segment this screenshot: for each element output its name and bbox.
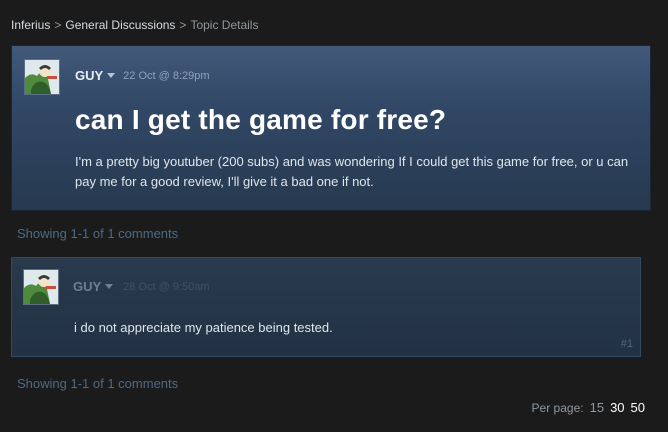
topic-body: I'm a pretty big youtuber (200 subs) and… [75,154,629,189]
topic-author-row: GUY 22 Oct @ 8:29pm [75,68,210,83]
per-page-option-15[interactable]: 15 [590,400,604,415]
topic-date: 22 Oct @ 8:29pm [123,69,210,82]
chevron-down-icon[interactable] [105,284,114,289]
per-page-selector: Per page: 15 30 50 [532,400,645,415]
topic-title: can I get the game for free? [75,104,447,135]
per-page-option-50[interactable]: 50 [631,400,645,415]
breadcrumb-separator: > [179,18,187,32]
breadcrumb-current: Topic Details [190,18,259,32]
topic-author-name[interactable]: GUY [75,68,103,83]
comment-author-name[interactable]: GUY [73,279,101,294]
breadcrumb: Inferius > General Discussions > Topic Detai… [11,18,258,32]
per-page-label: Per page: [531,401,584,415]
breadcrumb-separator: > [54,18,62,32]
topic-author-avatar[interactable] [24,59,60,95]
showing-count-bottom: Showing 1-1 of 1 comments [17,376,179,391]
breadcrumb-item-general-discussions[interactable]: General Discussions [65,18,175,32]
comment-author-avatar[interactable] [23,269,59,305]
comment-date: 28 Oct @ 9:50am [123,280,210,293]
topic-post: GUY 22 Oct @ 8:29pm can I get the game f… [11,45,651,211]
comment-text: i do not appreciate my patience being te… [74,320,333,335]
comment-author-row: GUY 28 Oct @ 9:50am [73,279,210,294]
avatar-image [25,60,59,94]
chevron-down-icon[interactable] [107,73,116,78]
comment: GUY 28 Oct @ 9:50am i do not appreciate … [11,257,641,357]
breadcrumb-item-game[interactable]: Inferius [11,18,50,32]
avatar-image [24,270,58,304]
showing-count-top: Showing 1-1 of 1 comments [17,226,179,241]
comment-index-link[interactable]: #1 [621,338,633,350]
per-page-option-30[interactable]: 30 [610,400,624,415]
